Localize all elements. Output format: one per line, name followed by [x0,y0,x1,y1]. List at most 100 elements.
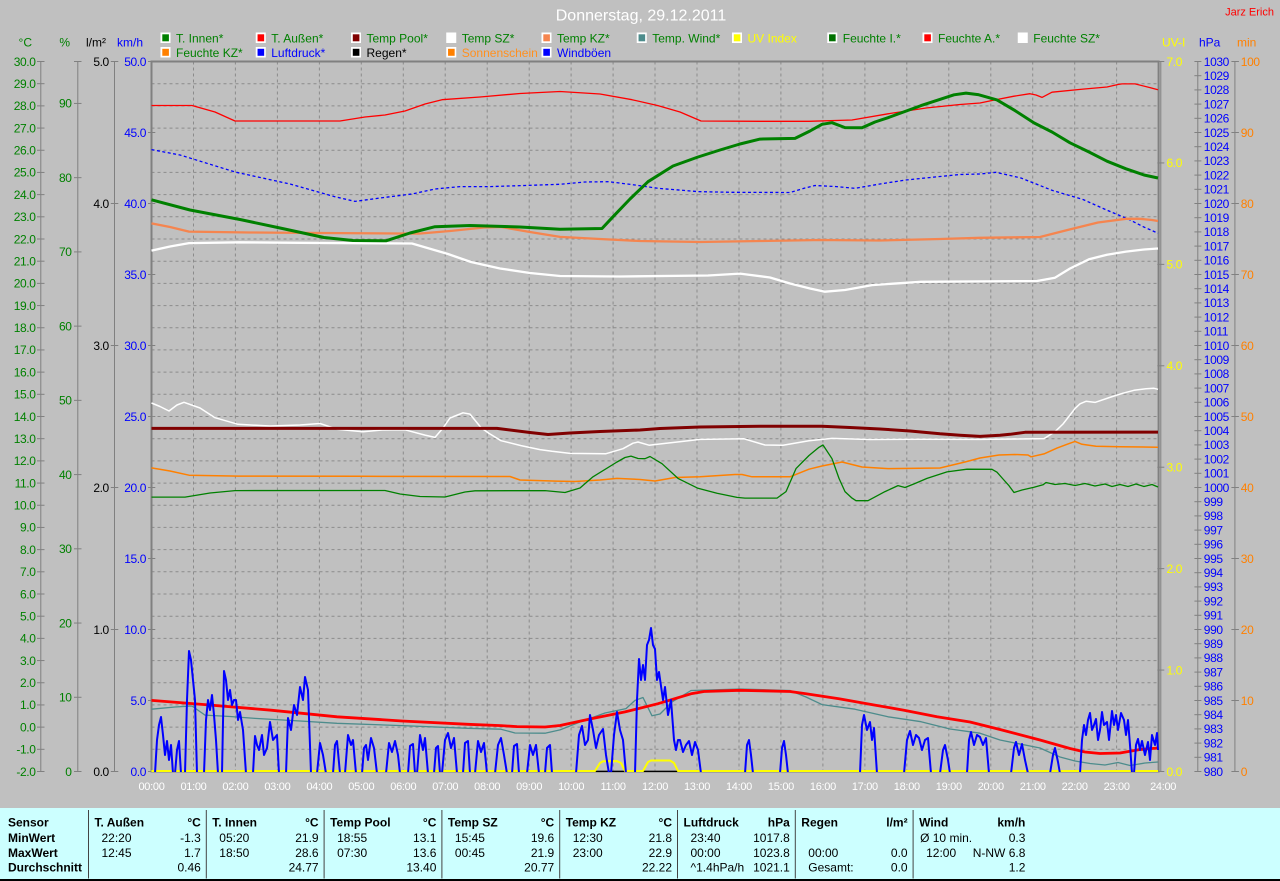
svg-text:1009: 1009 [1204,353,1230,367]
svg-text:990: 990 [1204,623,1224,637]
svg-text:09:00: 09:00 [516,781,542,793]
svg-text:1.0: 1.0 [1167,663,1183,677]
svg-text:29.0: 29.0 [14,77,36,91]
svg-text:21:00: 21:00 [1020,781,1046,793]
svg-text:T. Innen*: T. Innen* [176,32,224,46]
svg-text:05:20: 05:20 [219,831,249,845]
svg-text:Temp KZ*: Temp KZ* [557,32,610,46]
svg-text:5.0: 5.0 [93,55,109,69]
svg-text:13:00: 13:00 [684,781,710,793]
svg-text:1015: 1015 [1204,268,1230,282]
svg-text:1011: 1011 [1204,325,1229,339]
svg-text:60: 60 [59,319,72,333]
svg-text:12:00: 12:00 [642,781,668,793]
svg-text:1.0: 1.0 [93,623,109,637]
svg-text:km/h: km/h [117,36,143,50]
svg-text:1017.8: 1017.8 [753,831,790,845]
svg-text:22.22: 22.22 [642,861,672,875]
svg-text:28.6: 28.6 [295,846,319,860]
svg-text:1023: 1023 [1204,154,1230,168]
svg-text:00:00: 00:00 [691,846,721,860]
svg-text:1021: 1021 [1204,183,1230,197]
svg-text:9.0: 9.0 [20,521,36,535]
svg-text:22.9: 22.9 [649,846,673,860]
svg-text:Temp SZ*: Temp SZ* [462,32,515,46]
svg-text:1019: 1019 [1204,211,1230,225]
svg-text:996: 996 [1204,538,1224,552]
svg-text:min: min [1237,36,1256,50]
svg-text:Jarz Erich: Jarz Erich [1225,7,1274,19]
svg-text:14:00: 14:00 [726,781,752,793]
svg-text:70: 70 [59,245,72,259]
svg-text:23:00: 23:00 [573,846,603,860]
svg-text:981: 981 [1204,751,1224,765]
svg-text:45.0: 45.0 [124,126,146,140]
svg-text:22:00: 22:00 [1062,781,1088,793]
svg-text:Feuchte SZ*: Feuchte SZ* [1033,32,1100,46]
svg-text:985: 985 [1204,694,1224,708]
svg-text:Temp. Wind*: Temp. Wind* [652,32,720,46]
svg-text:1021.1: 1021.1 [753,861,790,875]
svg-text:°C: °C [541,816,555,830]
svg-text:-1.3: -1.3 [180,831,201,845]
svg-text:0.46: 0.46 [177,861,201,875]
svg-text:18:00: 18:00 [894,781,920,793]
svg-text:19.6: 19.6 [531,831,555,845]
svg-text:1003: 1003 [1204,438,1230,452]
svg-text:980: 980 [1204,765,1224,779]
svg-text:%: % [59,36,70,50]
svg-text:km/h: km/h [997,816,1025,830]
svg-text:7.0: 7.0 [1167,55,1183,69]
svg-text:10.0: 10.0 [124,623,146,637]
svg-text:0.0: 0.0 [891,846,908,860]
svg-text:18:55: 18:55 [337,831,367,845]
svg-text:15:00: 15:00 [768,781,794,793]
svg-text:997: 997 [1204,523,1224,537]
svg-text:07:00: 07:00 [432,781,458,793]
svg-text:19.0: 19.0 [14,299,36,313]
svg-text:Durchschnitt: Durchschnitt [8,861,82,875]
svg-text:999: 999 [1204,495,1224,509]
svg-text:995: 995 [1204,552,1224,566]
svg-text:1025: 1025 [1204,126,1230,140]
svg-text:15.0: 15.0 [14,388,36,402]
svg-text:5.0: 5.0 [20,609,36,623]
svg-text:28.0: 28.0 [14,99,36,113]
svg-text:80: 80 [59,171,72,185]
svg-text:21.0: 21.0 [14,254,36,268]
svg-text:20:00: 20:00 [978,781,1004,793]
svg-text:1001: 1001 [1204,467,1230,481]
svg-text:Windböen: Windböen [557,46,611,60]
svg-text:13.40: 13.40 [406,861,436,875]
svg-text:1013: 1013 [1204,296,1230,310]
svg-text:24:00: 24:00 [1150,781,1176,793]
svg-text:982: 982 [1204,736,1224,750]
svg-text:11.0: 11.0 [15,476,37,490]
svg-text:1023.8: 1023.8 [753,846,790,860]
svg-text:998: 998 [1204,509,1224,523]
svg-text:UV-I: UV-I [1162,36,1185,50]
svg-text:T. Außen: T. Außen [95,816,145,830]
svg-text:17:00: 17:00 [852,781,878,793]
svg-text:00:00: 00:00 [138,781,164,793]
svg-text:1027: 1027 [1204,97,1230,111]
svg-text:5.0: 5.0 [131,694,147,708]
svg-text:hPa: hPa [768,816,790,830]
svg-text:3.0: 3.0 [1167,461,1183,475]
svg-text:35.0: 35.0 [124,268,146,282]
svg-text:40: 40 [1241,481,1254,495]
svg-text:3.0: 3.0 [20,654,36,668]
svg-text:16.0: 16.0 [14,365,36,379]
svg-text:22.0: 22.0 [14,232,36,246]
svg-text:02:00: 02:00 [222,781,248,793]
svg-text:30: 30 [59,542,72,556]
svg-text:Temp Pool: Temp Pool [330,816,390,830]
svg-text:07:30: 07:30 [337,846,367,860]
svg-text:Sensor: Sensor [8,816,49,830]
svg-text:Luftdruck: Luftdruck [684,816,740,830]
svg-text:00:45: 00:45 [455,846,485,860]
svg-text:°C: °C [659,816,673,830]
svg-text:18.0: 18.0 [14,321,36,335]
svg-text:00:00: 00:00 [808,846,838,860]
svg-text:1010: 1010 [1204,339,1230,353]
